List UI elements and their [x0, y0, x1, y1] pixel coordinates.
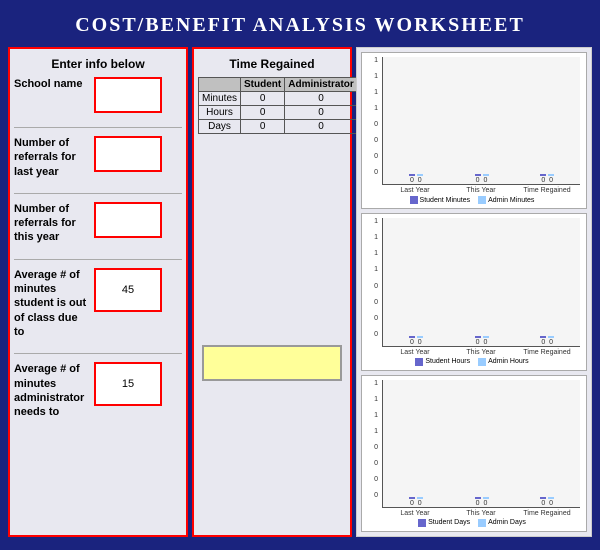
days-legend: Student Days Admin Days	[364, 519, 580, 527]
left-panel: Enter info below School name Number of r…	[8, 47, 188, 537]
avg-minutes-admin-label: Average # of minutes administrator needs…	[14, 362, 94, 419]
school-name-input[interactable]	[94, 77, 162, 113]
group-time-regained: 0 0	[518, 174, 576, 184]
legend-admin-hours-box	[478, 358, 486, 366]
avg-minutes-student-row: Average # of minutes student is out of c…	[14, 268, 182, 339]
bar-student-d2	[475, 497, 481, 499]
hours-bars-area: 0 0 0 0	[382, 218, 580, 346]
middle-panel: Time Regained Student Administrator Minu…	[192, 47, 352, 537]
legend-student-hours-box	[415, 358, 423, 366]
days-chart-plot: 0 0 0 0	[382, 380, 580, 517]
row-admin-hours: 0	[285, 106, 358, 120]
bar-admin-h3	[548, 336, 554, 338]
minutes-legend: Student Minutes Admin Minutes	[364, 196, 580, 204]
row-student-hours: 0	[241, 106, 285, 120]
days-chart-area: 1 1 1 1 0 0 0 0	[364, 380, 580, 517]
time-col-student: Student	[241, 78, 285, 92]
group-time-regained-d: 0 0	[518, 497, 576, 507]
left-panel-header: Enter info below	[14, 53, 182, 77]
hours-chart-plot: 0 0 0 0	[382, 218, 580, 355]
legend-admin-hours-label: Admin Hours	[488, 358, 528, 365]
hours-chart-area: 1 1 1 1 0 0 0 0	[364, 218, 580, 355]
time-col-admin: Administrator	[285, 78, 358, 92]
legend-admin-minutes-box	[478, 196, 486, 204]
days-bars-area: 0 0 0 0	[382, 380, 580, 508]
group-last-year-d: 0 0	[387, 497, 445, 507]
bar-student-h3	[540, 336, 546, 338]
minutes-bars-area: 0 0 0 0	[382, 57, 580, 185]
bar-student-h2	[475, 336, 481, 338]
hours-legend: Student Hours Admin Hours	[364, 358, 580, 366]
legend-student-minutes-label: Student Minutes	[420, 197, 471, 204]
bar-admin	[548, 174, 554, 176]
legend-admin-minutes-label: Admin Minutes	[488, 197, 534, 204]
bar-admin-h	[417, 336, 423, 338]
group-this-year: 0 0	[453, 174, 511, 184]
legend-student-minutes-box	[410, 196, 418, 204]
row-admin-minutes: 0	[285, 92, 358, 106]
row-label-minutes: Minutes	[199, 92, 241, 106]
bar-student-d3	[540, 497, 546, 499]
minutes-chart-area: 1 1 1 1 0 0 0 0	[364, 57, 580, 194]
hours-x-labels: Last Year This Year Time Regained	[382, 347, 580, 356]
school-name-row: School name	[14, 77, 182, 113]
time-col-empty	[199, 78, 241, 92]
avg-minutes-student-label: Average # of minutes student is out of c…	[14, 268, 94, 339]
referrals-last-row: Number of referrals for last year	[14, 136, 182, 179]
referrals-last-input[interactable]	[94, 136, 162, 172]
minutes-x-labels: Last Year This Year Time Regained	[382, 185, 580, 194]
bar-admin-d	[417, 497, 423, 499]
bar-student	[409, 174, 415, 176]
row-label-days: Days	[199, 120, 241, 134]
avg-minutes-admin-row: Average # of minutes administrator needs…	[14, 362, 182, 419]
referrals-last-label: Number of referrals for last year	[14, 136, 94, 179]
minutes-chart-plot: 0 0 0 0	[382, 57, 580, 194]
minutes-chart: 1 1 1 1 0 0 0 0	[361, 52, 587, 209]
bar-admin-h2	[483, 336, 489, 338]
bar-admin-d2	[483, 497, 489, 499]
table-row: Minutes 0 0	[199, 92, 358, 106]
days-y-axis: 1 1 1 1 0 0 0 0	[364, 380, 380, 499]
minutes-y-axis: 1 1 1 1 0 0 0 0	[364, 57, 380, 176]
referrals-this-row: Number of referrals for this year	[14, 202, 182, 245]
row-student-days: 0	[241, 120, 285, 134]
legend-student-days-box	[418, 519, 426, 527]
school-name-label: School name	[14, 77, 94, 91]
page-title: COST/BENEFIT ANALYSIS WORKSHEET	[0, 0, 600, 47]
group-last-year: 0 0	[387, 174, 445, 184]
legend-admin-days-label: Admin Days	[488, 519, 526, 526]
row-label-hours: Hours	[199, 106, 241, 120]
bar-student	[540, 174, 546, 176]
group-this-year-h: 0 0	[453, 336, 511, 346]
group-time-regained-h: 0 0	[518, 336, 576, 346]
hours-chart: 1 1 1 1 0 0 0 0	[361, 213, 587, 370]
bar-student	[475, 174, 481, 176]
table-row: Days 0 0	[199, 120, 358, 134]
referrals-this-label: Number of referrals for this year	[14, 202, 94, 245]
yellow-input-box[interactable]	[202, 345, 342, 381]
days-chart: 1 1 1 1 0 0 0 0	[361, 375, 587, 532]
avg-minutes-admin-input[interactable]	[94, 362, 162, 406]
legend-admin-days-box	[478, 519, 486, 527]
right-panel: 1 1 1 1 0 0 0 0	[356, 47, 592, 537]
row-admin-days: 0	[285, 120, 358, 134]
bar-admin	[417, 174, 423, 176]
group-this-year-d: 0 0	[453, 497, 511, 507]
time-table: Student Administrator Minutes 0 0 Hours …	[198, 77, 358, 134]
row-student-minutes: 0	[241, 92, 285, 106]
legend-student-hours-label: Student Hours	[425, 358, 470, 365]
legend-student-days-label: Student Days	[428, 519, 470, 526]
table-row: Hours 0 0	[199, 106, 358, 120]
bar-student-h	[409, 336, 415, 338]
time-header: Time Regained	[198, 53, 346, 77]
bar-admin	[483, 174, 489, 176]
group-last-year-h: 0 0	[387, 336, 445, 346]
hours-y-axis: 1 1 1 1 0 0 0 0	[364, 218, 380, 337]
avg-minutes-student-input[interactable]	[94, 268, 162, 312]
days-x-labels: Last Year This Year Time Regained	[382, 508, 580, 517]
bar-admin-d3	[548, 497, 554, 499]
bar-student-d	[409, 497, 415, 499]
referrals-this-input[interactable]	[94, 202, 162, 238]
